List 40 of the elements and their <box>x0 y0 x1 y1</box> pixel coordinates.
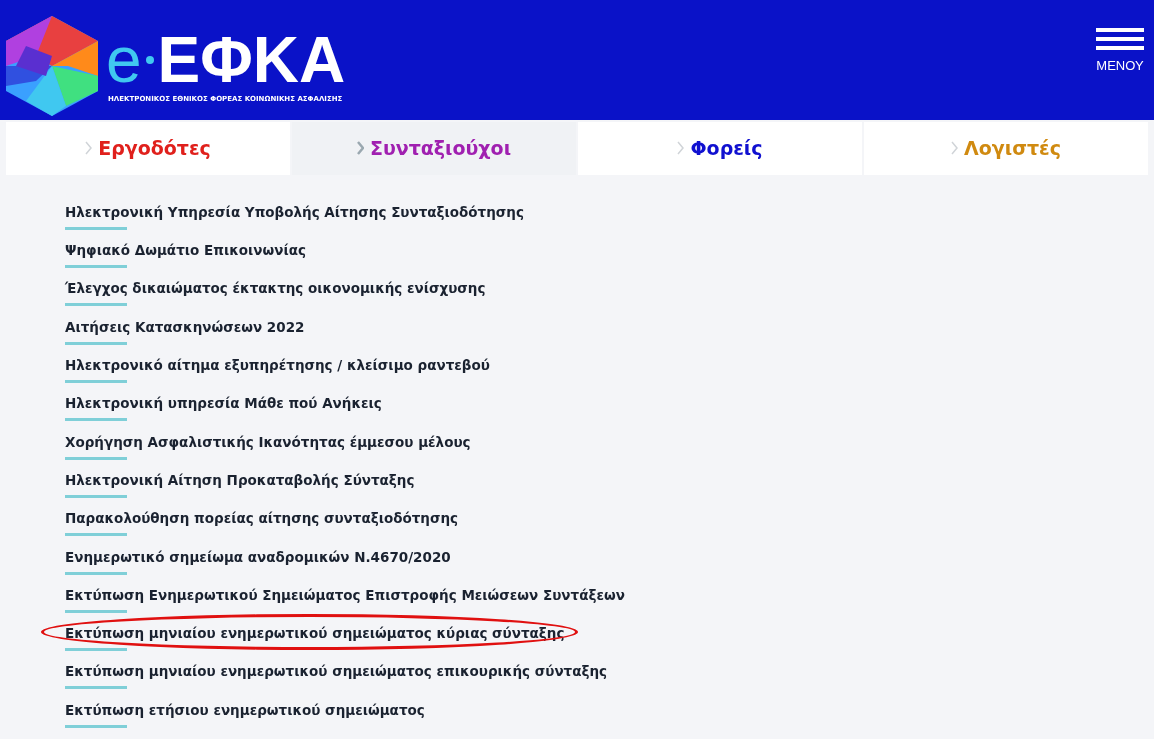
link-underline <box>65 494 127 498</box>
menu-icon <box>1096 28 1144 50</box>
logo-letter: e <box>106 27 142 92</box>
link-underline <box>65 456 127 460</box>
link-underline <box>65 341 127 345</box>
chevron-icon <box>356 141 364 156</box>
link-underline <box>65 686 127 690</box>
link-underline <box>65 418 127 422</box>
menu-button[interactable]: ΜΕΝΟΥ <box>1096 28 1144 76</box>
category-tab[interactable]: Φορείς <box>578 121 862 175</box>
service-link[interactable]: Ενημερωτικό σημείωμα αναδρομικών Ν.4670/2020 <box>65 547 451 566</box>
service-link[interactable]: Ηλεκτρονική υπηρεσία Μάθε πού Ανήκεις <box>65 394 382 413</box>
service-link[interactable]: Ηλεκτρονική Υπηρεσία Υποβολής Αίτησης Συνταξιοδότησης <box>65 202 524 221</box>
service-link[interactable]: Ηλεκτρονικό αίτημα εξυπηρέτησης / κλείσιμο ραντεβού <box>65 356 490 375</box>
cube-logo-icon <box>6 16 98 116</box>
service-link[interactable]: Ηλεκτρονική Αίτηση Προκαταβολής Σύνταξης <box>65 470 415 489</box>
link-underline <box>65 533 127 537</box>
link-underline <box>65 571 127 575</box>
service-link[interactable]: Έλεγχος δικαιώματος έκτακτης οικονομικής ενίσχυσης <box>65 279 486 298</box>
link-underline <box>65 380 127 384</box>
service-link[interactable]: Παρακολούθηση πορείας αίτησης συνταξιοδότησης <box>65 509 459 528</box>
service-link[interactable]: Εκτύπωση μηνιαίου ενημερωτικού σημειώματος κύριας σύνταξης <box>65 624 565 643</box>
link-underline <box>65 648 127 652</box>
category-tab[interactable]: Εργοδότες <box>6 121 290 175</box>
service-link[interactable]: Εκτύπωση Ενημερωτικού Σημειώματος Επιστροφής Μειώσεων Συντάξεων <box>65 585 625 604</box>
chevron-icon <box>85 141 93 156</box>
service-link[interactable]: Αιτήσεις Κατασκηνώσεων 2022 <box>65 317 305 336</box>
logo-name: ΕΦΚΑ <box>157 27 346 92</box>
service-link[interactable]: Χορήγηση Ασφαλιστικής Ικανότητας έμμεσου μέλους <box>65 432 471 451</box>
service-link[interactable]: Ψηφιακό Δωμάτιο Επικοινωνίας <box>65 241 306 260</box>
chevron-icon <box>677 141 685 156</box>
service-link[interactable]: Εκτύπωση μηνιαίου ενημερωτικού σημειώματος επικουρικής σύνταξης <box>65 662 608 681</box>
link-underline <box>65 265 127 269</box>
service-link[interactable]: Εκτύπωση ετήσιου ενημερωτικού σημειώματος <box>65 700 425 719</box>
link-underline <box>65 303 127 307</box>
link-underline <box>65 609 127 613</box>
link-underline <box>65 724 127 728</box>
chevron-icon <box>951 141 959 156</box>
category-tab[interactable]: Συνταξιούχοι <box>292 121 576 175</box>
link-underline <box>65 226 127 230</box>
